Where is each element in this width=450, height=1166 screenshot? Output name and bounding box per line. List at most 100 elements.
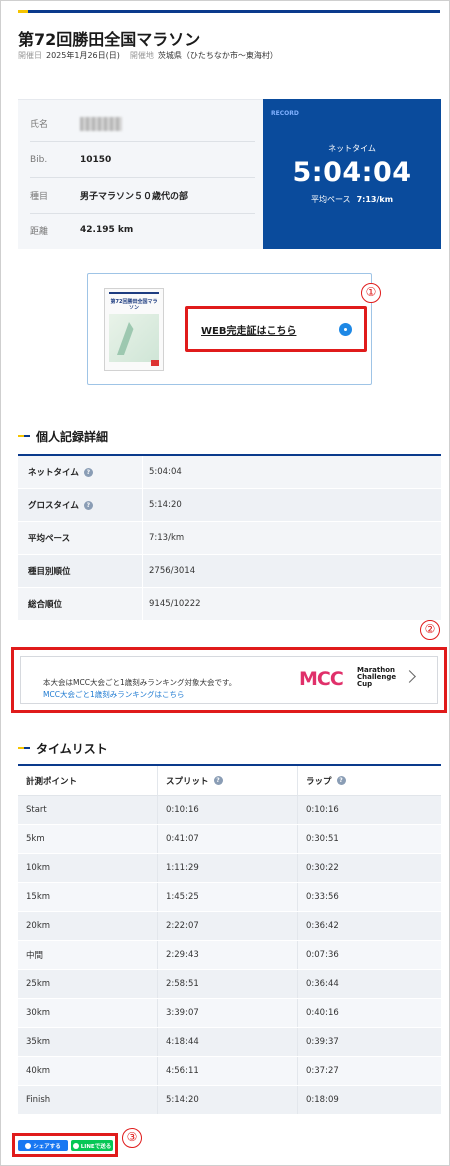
lap-cell: 0:39:37 — [306, 1037, 339, 1047]
split-cell: 3:39:07 — [158, 999, 298, 1027]
detail-section-title: 個人記録詳細 — [18, 428, 108, 445]
detail-value: 2756/3014 — [149, 566, 196, 576]
runner-info-panel: 氏名 Bib. 10150 種目 男子マラソン５０歳代の部 距離 42.195 … — [18, 99, 263, 249]
venue-label: 開催地 — [129, 51, 154, 60]
lap-cell: 0:10:16 — [306, 805, 339, 815]
detail-row: 総合順位 9145/10222 — [18, 588, 441, 621]
help-icon[interactable]: ? — [83, 500, 93, 510]
annotation-marker-2: ② — [420, 620, 440, 640]
timelist-row: 10km 1:11:29 0:30:22 — [18, 854, 441, 883]
timelist-row: Finish 5:14:20 0:18:09 — [18, 1086, 441, 1115]
record-panel: RECORD ネットタイム 5:04:04 平均ペース 7:13/km — [263, 99, 441, 249]
mcc-ranking-link[interactable]: MCC大会ごと1歳刻みランキングはこちら — [43, 689, 185, 700]
timelist-row: 5km 0:41:07 0:30:51 — [18, 825, 441, 854]
timelist-section-title: タイムリスト — [18, 740, 108, 757]
detail-row: ネットタイム? 5:04:04 — [18, 456, 441, 489]
mcc-logo-subtitle: Marathon Challenge Cup — [357, 666, 397, 688]
info-row-name: 氏名 — [30, 106, 255, 142]
line-icon — [72, 1142, 79, 1149]
facebook-share-button[interactable]: シェアする — [18, 1140, 68, 1151]
certificate-thumbnail-title: 第72回勝田全国マラソン — [110, 299, 158, 311]
split-cell: 1:11:29 — [158, 854, 298, 882]
split-cell: 0:41:07 — [158, 825, 298, 853]
checkpoint-cell: 5km — [18, 825, 158, 853]
lap-cell: 0:40:16 — [306, 1008, 339, 1018]
timelist-header-row: 計測ポイント スプリット? ラップ? — [18, 766, 441, 796]
annotation-marker-3: ③ — [122, 1128, 142, 1148]
split-cell: 1:45:25 — [158, 883, 298, 911]
detail-value: 7:13/km — [149, 533, 185, 543]
timelist-row: 20km 2:22:07 0:36:42 — [18, 912, 441, 941]
event-date: 2025年1月26日(日) — [46, 51, 120, 60]
record-tag: RECORD — [271, 110, 299, 117]
header-split: スプリット? — [158, 766, 298, 795]
info-row-category: 種目 男子マラソン５０歳代の部 — [30, 178, 255, 214]
timelist-row: 40km 4:56:11 0:37:27 — [18, 1057, 441, 1086]
detail-label: ネットタイム — [28, 468, 79, 478]
help-icon[interactable]: ? — [213, 776, 223, 785]
net-time-label: ネットタイム — [328, 144, 376, 153]
lap-cell: 0:33:56 — [306, 892, 339, 902]
certificate-thumbnail[interactable]: 第72回勝田全国マラソン — [104, 288, 164, 371]
web-certificate-link[interactable]: WEB完走証はこちら — [185, 306, 367, 352]
line-share-button[interactable]: LINEで送る — [71, 1140, 113, 1151]
event-venue: 茨城県（ひたちなか市〜東海村） — [157, 51, 278, 60]
detail-value: 5:14:20 — [149, 500, 182, 510]
lap-cell: 0:07:36 — [306, 950, 339, 960]
checkpoint-cell: 中間 — [18, 941, 158, 969]
checkpoint-cell: 40km — [18, 1057, 158, 1085]
detail-label: グロスタイム — [28, 501, 79, 511]
pace-line: 平均ペース 7:13/km — [263, 194, 441, 205]
pace-value: 7:13/km — [356, 195, 394, 204]
detail-row: 平均ペース 7:13/km — [18, 522, 441, 555]
detail-value: 5:04:04 — [149, 467, 182, 477]
checkpoint-cell: 25km — [18, 970, 158, 998]
lap-cell: 0:18:09 — [306, 1095, 339, 1105]
pace-label: 平均ペース — [310, 195, 351, 204]
header-checkpoint: 計測ポイント — [18, 766, 158, 795]
lap-cell: 0:37:27 — [306, 1066, 339, 1076]
facebook-icon — [25, 1142, 32, 1149]
bib-value: 10150 — [80, 154, 112, 165]
timelist-row: 35km 4:18:44 0:39:37 — [18, 1028, 441, 1057]
event-title: 第72回勝田全国マラソン — [18, 30, 201, 49]
info-row-bib: Bib. 10150 — [30, 142, 255, 178]
distance-label: 距離 — [30, 226, 49, 237]
timelist-row: 15km 1:45:25 0:33:56 — [18, 883, 441, 912]
help-icon[interactable]: ? — [83, 467, 93, 477]
mcc-logo: MCC — [299, 668, 344, 690]
split-cell: 2:29:43 — [158, 941, 298, 969]
checkpoint-cell: Finish — [18, 1086, 158, 1114]
help-icon[interactable]: ? — [336, 776, 346, 785]
split-cell: 2:58:51 — [158, 970, 298, 998]
lap-cell: 0:30:51 — [306, 834, 339, 844]
top-accent-bar — [18, 10, 440, 13]
share-buttons-highlight: シェアする LINEで送る — [12, 1133, 118, 1157]
net-time-value: 5:04:04 — [292, 157, 412, 188]
detail-row: 種目別順位 2756/3014 — [18, 555, 441, 588]
date-label: 開催日 — [18, 51, 42, 60]
detail-label: 種目別順位 — [28, 567, 71, 577]
detail-label: 総合順位 — [28, 600, 63, 610]
checkpoint-cell: Start — [18, 796, 158, 824]
timelist-row: Start 0:10:16 0:10:16 — [18, 796, 441, 825]
detail-table: ネットタイム? 5:04:04 グロスタイム? 5:14:20 平均ペース 7:… — [18, 454, 441, 621]
distance-value: 42.195 km — [80, 225, 134, 235]
name-label: 氏名 — [30, 120, 49, 130]
checkpoint-cell: 20km — [18, 912, 158, 940]
web-certificate-link-label: WEB完走証はこちら — [201, 326, 297, 337]
checkpoint-cell: 15km — [18, 883, 158, 911]
runner-name-redacted — [80, 116, 122, 131]
bib-label: Bib. — [30, 154, 48, 165]
timelist-body: Start 0:10:16 0:10:16 5km 0:41:07 0:30:51 10km… — [18, 796, 441, 1115]
category-value: 男子マラソン５０歳代の部 — [80, 192, 189, 202]
checkpoint-cell: 35km — [18, 1028, 158, 1056]
timelist-row: 30km 3:39:07 0:40:16 — [18, 999, 441, 1028]
detail-value: 9145/10222 — [149, 599, 201, 609]
timelist-row: 25km 2:58:51 0:36:44 — [18, 970, 441, 999]
info-row-distance: 距離 42.195 km — [30, 212, 255, 248]
split-cell: 5:14:20 — [158, 1086, 298, 1114]
checkpoint-cell: 30km — [18, 999, 158, 1027]
arrow-circle-icon — [339, 323, 352, 336]
detail-label: 平均ペース — [28, 534, 71, 544]
